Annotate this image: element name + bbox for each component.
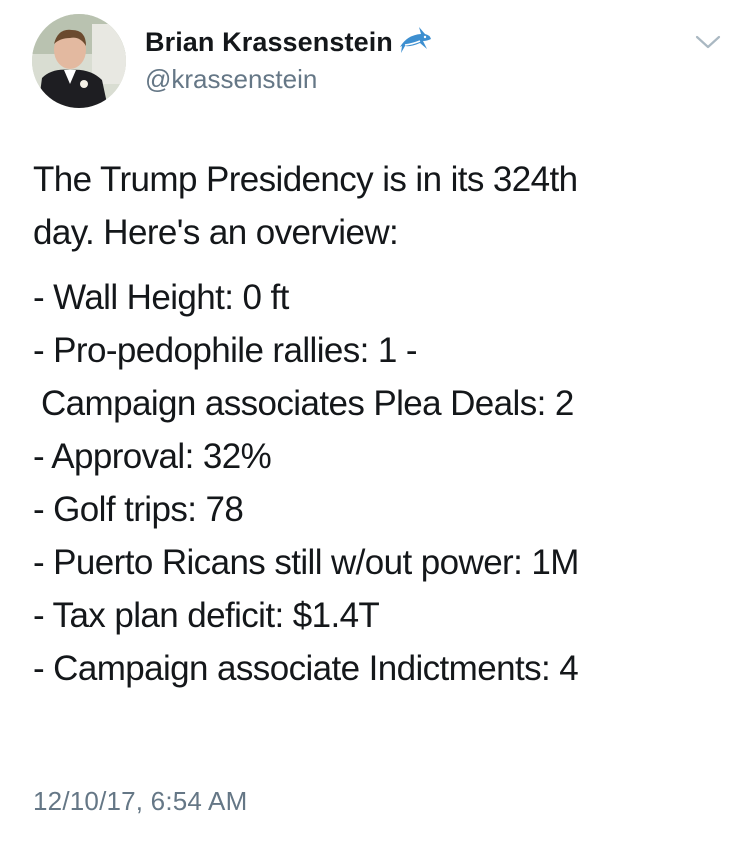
tweet-list-item: - Wall Height: 0 ft xyxy=(33,278,289,317)
tweet-list-item: - Puerto Ricans still w/out power: 1M xyxy=(33,543,579,582)
name-row: Brian Krassenstein xyxy=(145,22,433,62)
tweet-list-item: - Pro-pedophile rallies: 1 - xyxy=(33,331,418,370)
tweet-intro-line-2: day. Here's an overview: xyxy=(33,213,399,252)
tweet-intro: The Trump Presidency is in its 324th day… xyxy=(33,153,733,259)
author-display-name[interactable]: Brian Krassenstein xyxy=(145,27,393,58)
author-avatar[interactable] xyxy=(32,14,126,108)
tweet-list-item: - Approval: 32% xyxy=(33,437,272,476)
chevron-down-icon[interactable] xyxy=(693,32,723,52)
tweet-list-item: Campaign associates Plea Deals: 2 xyxy=(41,384,574,423)
author-handle[interactable]: @krassenstein xyxy=(145,62,433,96)
tweet-card: Brian Krassenstein @krassenstein The Tru… xyxy=(0,0,750,842)
tweet-list-item: - Golf trips: 78 xyxy=(33,490,244,529)
author-block: Brian Krassenstein @krassenstein xyxy=(145,22,433,96)
shark-emoji-icon xyxy=(397,25,433,59)
tweet-timestamp[interactable]: 12/10/17, 6:54 AM xyxy=(33,786,247,817)
tweet-text: The Trump Presidency is in its 324th day… xyxy=(33,153,733,695)
tweet-intro-line-1: The Trump Presidency is in its 324th xyxy=(33,160,578,199)
avatar-photo-icon xyxy=(32,14,126,108)
tweet-list-item: - Campaign associate Indictments: 4 xyxy=(33,649,579,688)
tweet-list-item: - Tax plan deficit: $1.4T xyxy=(33,596,380,635)
